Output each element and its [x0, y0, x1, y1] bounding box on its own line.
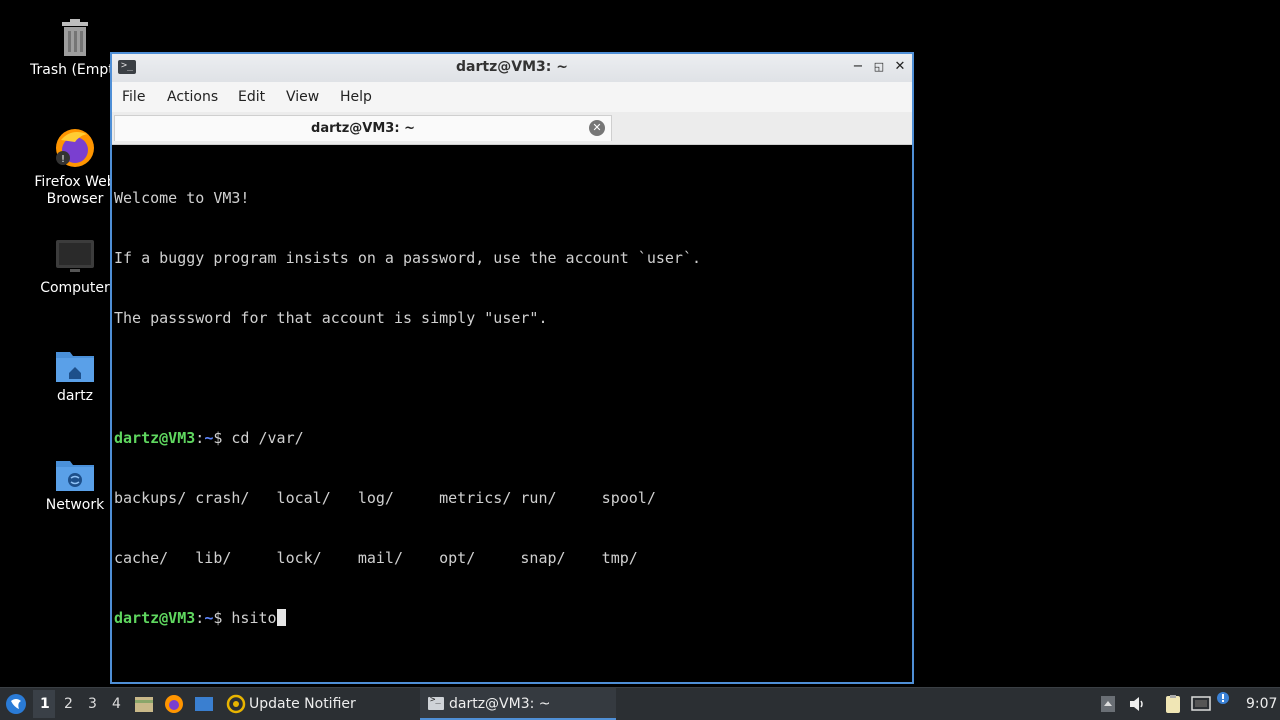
menu-help[interactable]: Help [340, 89, 372, 105]
welcome-line: Welcome to VM3! [114, 189, 250, 207]
tab-title: dartz@VM3: ~ [311, 121, 415, 136]
prompt-end: $ [213, 609, 232, 627]
task-terminal[interactable]: >_ dartz@VM3: ~ [420, 688, 616, 720]
workspace-4[interactable]: 4 [112, 696, 121, 712]
prompt-separator: : [195, 609, 205, 627]
menu-bar: File Actions Edit View Help [112, 82, 912, 112]
menu-view[interactable]: View [286, 89, 319, 105]
tab-bar: dartz@VM3: ~ ✕ [112, 112, 912, 145]
menu-edit[interactable]: Edit [238, 89, 265, 105]
computer-icon [56, 240, 94, 272]
minimize-icon[interactable]: − [850, 59, 866, 74]
workspace-2[interactable]: 2 [64, 696, 73, 712]
listing-line: cache/ lib/ lock/ mail/ opt/ snap/ tmp/ [114, 549, 638, 567]
prompt-user: dartz@VM3 [114, 609, 196, 627]
volume-icon[interactable] [1127, 694, 1147, 714]
firefox-icon: ! [56, 129, 94, 167]
window-title: dartz@VM3: ~ [456, 59, 568, 75]
prompt-end: $ [213, 429, 232, 447]
window-titlebar[interactable]: >_ dartz@VM3: ~ − ◱ ✕ [112, 54, 912, 82]
svg-text:!: ! [61, 154, 65, 165]
task-label: dartz@VM3: ~ [449, 696, 551, 712]
update-notifier-icon [226, 694, 246, 714]
task-update-notifier[interactable]: Update Notifier [222, 688, 412, 720]
welcome-line: If a buggy program insists on a password… [114, 249, 701, 267]
firefox-launcher-icon[interactable] [164, 694, 184, 714]
clipboard-icon[interactable] [1163, 694, 1183, 714]
text-cursor [276, 609, 286, 626]
prompt-separator: : [195, 429, 205, 447]
network-icon[interactable] [1190, 694, 1212, 714]
command-line: dartz@VM3:~$ cd /var/ [114, 428, 912, 448]
listing-line: backups/ crash/ local/ log/ metrics/ run… [114, 489, 656, 507]
task-label: Update Notifier [249, 696, 356, 712]
maximize-icon[interactable]: ◱ [871, 60, 887, 73]
menu-actions[interactable]: Actions [167, 89, 218, 105]
welcome-line: The passsword for that account is simply… [114, 309, 548, 327]
prompt-user: dartz@VM3 [114, 429, 196, 447]
tab-close-icon[interactable]: ✕ [589, 120, 605, 136]
terminal-task-icon: >_ [428, 695, 444, 710]
trash-icon [62, 19, 88, 56]
command-text: cd /var/ [231, 429, 304, 447]
clock[interactable]: 9:07 [1246, 696, 1277, 712]
tray-expand-icon[interactable] [1100, 694, 1116, 714]
terminal-window[interactable]: >_ dartz@VM3: ~ − ◱ ✕ File Actions Edit … [110, 52, 914, 684]
update-alert-icon[interactable] [1216, 691, 1230, 705]
file-manager-launcher-icon[interactable] [134, 695, 154, 713]
prompt-path: ~ [204, 429, 214, 447]
menu-file[interactable]: File [122, 89, 145, 105]
taskbar: 1 2 3 4 Update Notifier >_ dartz@VM3: ~ [0, 687, 1280, 720]
current-input[interactable]: hsito [231, 609, 276, 627]
desktop-launcher-icon[interactable] [194, 695, 214, 713]
input-line[interactable]: dartz@VM3:~$ hsito [114, 608, 912, 628]
desktop-icon-label: Trash (Empty) [30, 62, 120, 78]
home-folder-icon [56, 352, 94, 382]
prompt-path: ~ [204, 609, 214, 627]
workspace-1[interactable]: 1 [40, 696, 50, 712]
tab-terminal[interactable]: dartz@VM3: ~ ✕ [114, 115, 612, 141]
close-icon[interactable]: ✕ [892, 59, 908, 74]
desktop-icon-label: Firefox Web Browser [34, 174, 116, 207]
start-menu-icon[interactable] [5, 693, 27, 715]
terminal-output[interactable]: Welcome to VM3! If a buggy program insis… [114, 148, 912, 682]
network-folder-icon [56, 461, 94, 491]
workspace-3[interactable]: 3 [88, 696, 97, 712]
